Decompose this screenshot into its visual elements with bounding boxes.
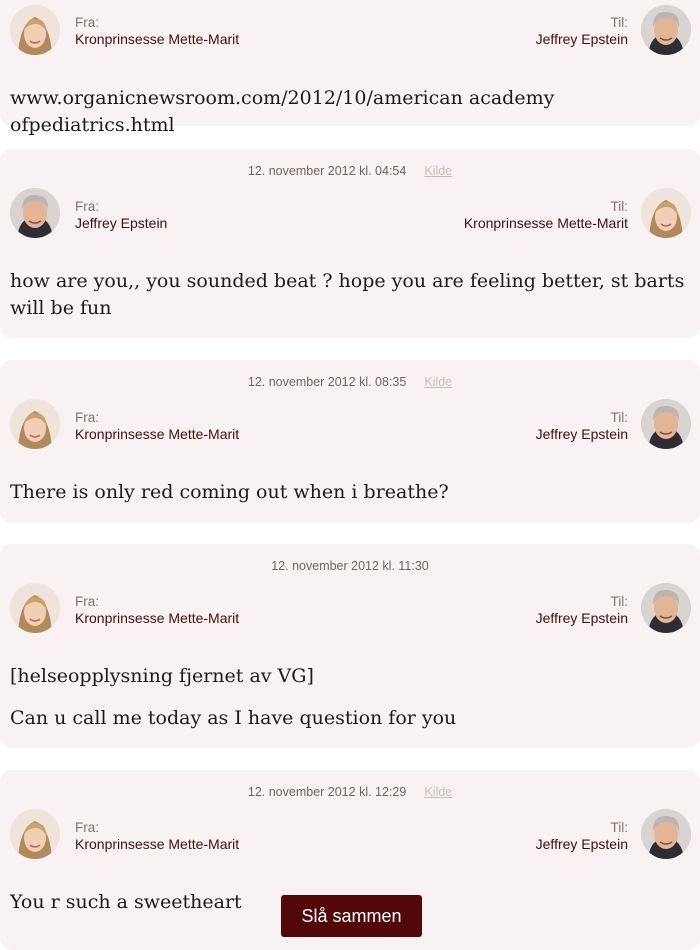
from-label: Fra: [75, 410, 100, 425]
to-label: Til: [610, 594, 629, 609]
sender-avatar [10, 399, 60, 449]
message-meta: 12. november 2012 kl. 08:35 Kilde [0, 375, 700, 389]
sender-name: Kronprinsesse Mette-Marit [75, 426, 240, 442]
recipient-name: Kronprinsesse Mette-Marit [463, 215, 628, 231]
message-date: 12. november 2012 kl. 08:35 [247, 375, 407, 389]
source-link[interactable]: Kilde [424, 375, 452, 389]
message-date: 12. november 2012 kl. 04:54 [247, 164, 407, 178]
recipient-avatar [641, 188, 691, 238]
sender-name: Kronprinsesse Mette-Marit [75, 836, 240, 852]
from-label: Fra: [75, 820, 100, 835]
message-text: Can u call me today as I have question f… [10, 707, 457, 729]
message-text: how are you,, you sounded beat ? hope yo… [10, 270, 685, 319]
recipient-name: Jeffrey Epstein [535, 836, 628, 852]
message-card: Fra: Kronprinsesse Mette-Marit Til: Jeff… [0, 0, 700, 136]
sender-avatar [10, 5, 60, 55]
recipient-name: Jeffrey Epstein [535, 610, 628, 626]
sender-name: Kronprinsesse Mette-Marit [75, 610, 240, 626]
recipient-name: Jeffrey Epstein [535, 426, 628, 442]
to-label: Til: [610, 820, 629, 835]
message-meta: 12. november 2012 kl. 11:30 [0, 559, 700, 573]
message-text: There is only red coming out when i brea… [10, 481, 449, 503]
message-body: how are you,, you sounded beat ? hope yo… [10, 268, 690, 322]
message-date: 12. november 2012 kl. 11:30 [271, 559, 429, 573]
message-body: There is only red coming out when i brea… [10, 479, 690, 506]
message-text: www.organicnewsroom.com/2012/10/american… [10, 87, 555, 136]
recipient-avatar [641, 399, 691, 449]
recipient-name: Jeffrey Epstein [535, 31, 628, 47]
recipient-avatar [641, 809, 691, 859]
from-label: Fra: [75, 199, 100, 214]
message-meta: 12. november 2012 kl. 12:29 Kilde [0, 785, 700, 799]
message-body: www.organicnewsroom.com/2012/10/american… [10, 85, 690, 139]
recipient-avatar [641, 5, 691, 55]
message-card: 12. november 2012 kl. 04:54 Kilde Fra: Je… [0, 149, 700, 338]
message-card: 12. november 2012 kl. 11:30 Fra: Kronpri… [0, 544, 700, 748]
sender-name: Jeffrey Epstein [75, 215, 168, 231]
sender-avatar [10, 188, 60, 238]
recipient-avatar [641, 583, 691, 633]
message-date: 12. november 2012 kl. 12:29 [247, 785, 407, 799]
message-text: [helseopplysning fjernet av VG] [10, 665, 314, 687]
to-label: Til: [610, 199, 629, 214]
source-link[interactable]: Kilde [424, 785, 452, 799]
merge-button[interactable]: Slå sammen [281, 895, 422, 937]
message-meta: 12. november 2012 kl. 04:54 Kilde [0, 164, 700, 178]
source-link[interactable]: Kilde [424, 164, 452, 178]
from-label: Fra: [75, 594, 100, 609]
message-card: 12. november 2012 kl. 08:35 Kilde Fra: Kr… [0, 360, 700, 523]
from-label: Fra: [75, 15, 100, 30]
sender-avatar [10, 583, 60, 633]
message-body: [helseopplysning fjernet av VG] Can u ca… [10, 663, 690, 732]
to-label: Til: [610, 15, 629, 30]
sender-name: Kronprinsesse Mette-Marit [75, 31, 240, 47]
to-label: Til: [610, 410, 629, 425]
sender-avatar [10, 809, 60, 859]
